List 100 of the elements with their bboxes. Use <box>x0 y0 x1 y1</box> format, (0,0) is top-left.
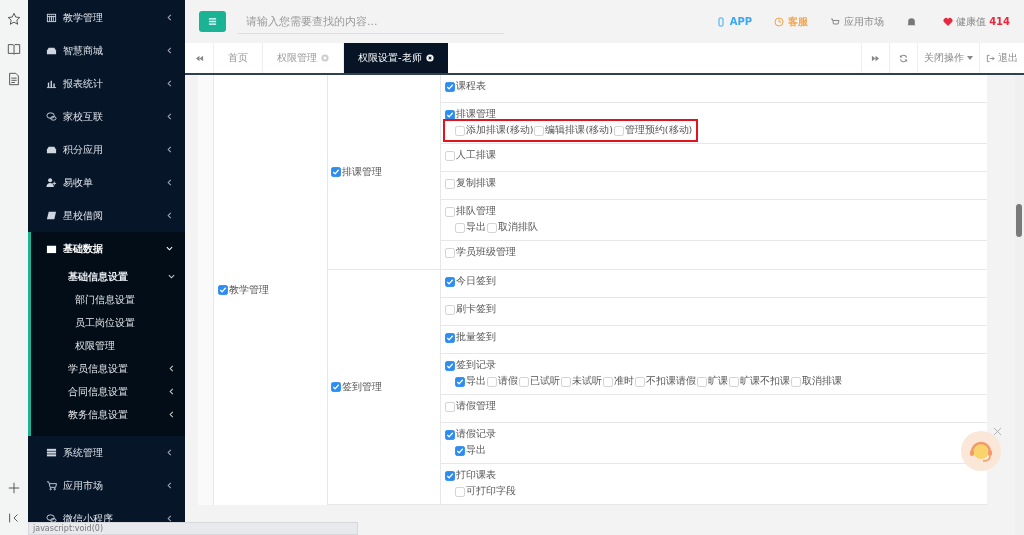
checkbox[interactable] <box>455 376 465 387</box>
permission-checkbox[interactable]: 旷课 <box>697 375 728 388</box>
checkbox[interactable] <box>487 222 497 233</box>
submenu-item[interactable]: 员工岗位设置 <box>31 311 185 334</box>
permission-checkbox[interactable]: 可打印字段 <box>455 485 516 498</box>
submenu-item[interactable]: 基础信息设置 <box>31 265 185 288</box>
permission-checkbox[interactable]: 人工排课 <box>445 149 496 162</box>
permission-checkbox[interactable]: 请假管理 <box>445 400 496 413</box>
checkbox[interactable] <box>635 376 645 387</box>
permission-checkbox[interactable]: 取消排队 <box>487 221 538 234</box>
checkbox[interactable] <box>445 276 455 287</box>
logout-icon <box>986 53 995 63</box>
checkbox[interactable] <box>603 376 613 387</box>
submenu-item[interactable]: 学员信息设置 <box>31 357 185 380</box>
sidebar-item[interactable]: 报表统计 <box>28 67 185 100</box>
permission-checkbox[interactable]: 今日签到 <box>445 275 496 288</box>
book-icon[interactable] <box>7 42 21 56</box>
checkbox[interactable] <box>445 81 455 92</box>
checkbox[interactable] <box>455 445 465 456</box>
permission-checkbox[interactable]: 打印课表 <box>445 469 496 482</box>
document-icon[interactable] <box>7 72 21 86</box>
permission-checkbox[interactable]: 签到管理 <box>331 380 382 394</box>
checkbox[interactable] <box>455 486 465 497</box>
permission-checkbox[interactable]: 不扣课请假 <box>635 375 696 388</box>
submenu-item[interactable]: 合同信息设置 <box>31 380 185 403</box>
bell-icon[interactable] <box>906 16 918 27</box>
sidebar-item[interactable]: 星校借阅 <box>28 199 185 232</box>
checkbox[interactable] <box>487 376 497 387</box>
sidebar-item[interactable]: 智慧商城 <box>28 34 185 67</box>
checkbox[interactable] <box>445 332 455 343</box>
sidebar-item[interactable]: 基础数据 <box>31 232 185 265</box>
permission-checkbox[interactable]: 刷卡签到 <box>445 303 496 316</box>
book-icon <box>46 210 57 221</box>
checkbox[interactable] <box>613 125 624 136</box>
checkbox[interactable] <box>519 376 529 387</box>
checkbox[interactable] <box>791 376 801 387</box>
checkbox[interactable] <box>697 376 707 387</box>
permission-checkbox[interactable]: 学员班级管理 <box>445 246 516 259</box>
chart-icon <box>46 78 57 89</box>
checkbox[interactable] <box>445 247 455 258</box>
checkbox[interactable] <box>455 125 465 136</box>
permission-checkbox[interactable]: 取消排课 <box>791 375 842 388</box>
scrollbar-thumb[interactable] <box>1016 204 1022 237</box>
search-field[interactable]: 请输入您需要查找的内容... <box>238 9 504 34</box>
checkbox[interactable] <box>445 109 455 120</box>
cart-icon <box>46 480 57 491</box>
permission-checkbox[interactable]: 已试听 <box>519 375 560 388</box>
permission-checkbox[interactable]: 签到记录 <box>445 359 496 372</box>
checkbox[interactable] <box>331 167 341 177</box>
sidebar-item[interactable]: 应用市场 <box>28 469 185 502</box>
sidebar-item[interactable]: 易收单 <box>28 166 185 199</box>
checkbox[interactable] <box>445 178 455 189</box>
checkbox[interactable] <box>331 382 341 392</box>
checkbox[interactable] <box>455 222 465 233</box>
checkbox[interactable] <box>534 125 545 136</box>
permission-checkbox[interactable]: 课程表 <box>445 80 486 93</box>
collapse-icon[interactable] <box>7 511 21 525</box>
sidebar-item[interactable]: 系统管理 <box>28 436 185 469</box>
menu-button[interactable] <box>199 11 226 32</box>
close-icon[interactable] <box>425 54 434 62</box>
permission-checkbox[interactable]: 请假 <box>487 375 518 388</box>
sidebar-item[interactable]: 教学管理 <box>28 1 185 34</box>
permission-checkbox[interactable]: 请假记录 <box>445 428 496 441</box>
permission-checkbox[interactable]: 排队管理 <box>445 205 496 218</box>
checkbox[interactable] <box>445 470 455 481</box>
submenu-item[interactable]: 部门信息设置 <box>31 288 185 311</box>
permission-checkbox[interactable]: 教学管理 <box>218 283 269 297</box>
support-headset-icon[interactable] <box>961 431 1001 471</box>
checkbox[interactable] <box>445 360 455 371</box>
checkbox[interactable] <box>445 206 455 217</box>
checkbox[interactable] <box>445 150 455 161</box>
permission-checkbox[interactable]: 准时 <box>603 375 634 388</box>
permission-checkbox[interactable]: 排课管理 <box>331 165 382 179</box>
permission-checkbox[interactable]: 导出 <box>455 444 486 457</box>
permission-checkbox[interactable]: 添加排课(移动) <box>455 124 534 137</box>
permission-checkbox[interactable]: 排课管理 <box>445 108 496 121</box>
permission-checkbox[interactable]: 复制排课 <box>445 177 496 190</box>
permission-checkbox[interactable]: 管理预约(移动) <box>613 124 693 137</box>
phone-icon <box>715 16 726 27</box>
submenu-item[interactable]: 教务信息设置 <box>31 403 185 426</box>
submenu-item[interactable]: 权限管理 <box>31 334 185 357</box>
sidebar-item[interactable]: 家校互联 <box>28 100 185 133</box>
checkbox[interactable] <box>561 376 571 387</box>
checkbox[interactable] <box>445 304 455 315</box>
permission-checkbox[interactable]: 导出 <box>455 375 486 388</box>
plus-icon[interactable] <box>7 481 21 495</box>
calendar-icon <box>46 12 57 23</box>
sidebar-item[interactable]: 积分应用 <box>28 133 185 166</box>
checkbox[interactable] <box>445 429 455 440</box>
permission-checkbox[interactable]: 编辑排课(移动) <box>534 124 613 137</box>
health-link[interactable]: 健康值 414 <box>943 14 1010 29</box>
checkbox[interactable] <box>218 285 228 295</box>
checkbox[interactable] <box>729 376 739 387</box>
permission-checkbox[interactable]: 旷课不扣课 <box>729 375 790 388</box>
star-icon[interactable] <box>7 12 21 26</box>
permission-checkbox[interactable]: 批量签到 <box>445 331 496 344</box>
permission-checkbox[interactable]: 导出 <box>455 221 486 234</box>
page-tab[interactable]: 权限设置-老师 <box>343 43 448 73</box>
permission-checkbox[interactable]: 未试听 <box>561 375 602 388</box>
checkbox[interactable] <box>445 401 455 412</box>
